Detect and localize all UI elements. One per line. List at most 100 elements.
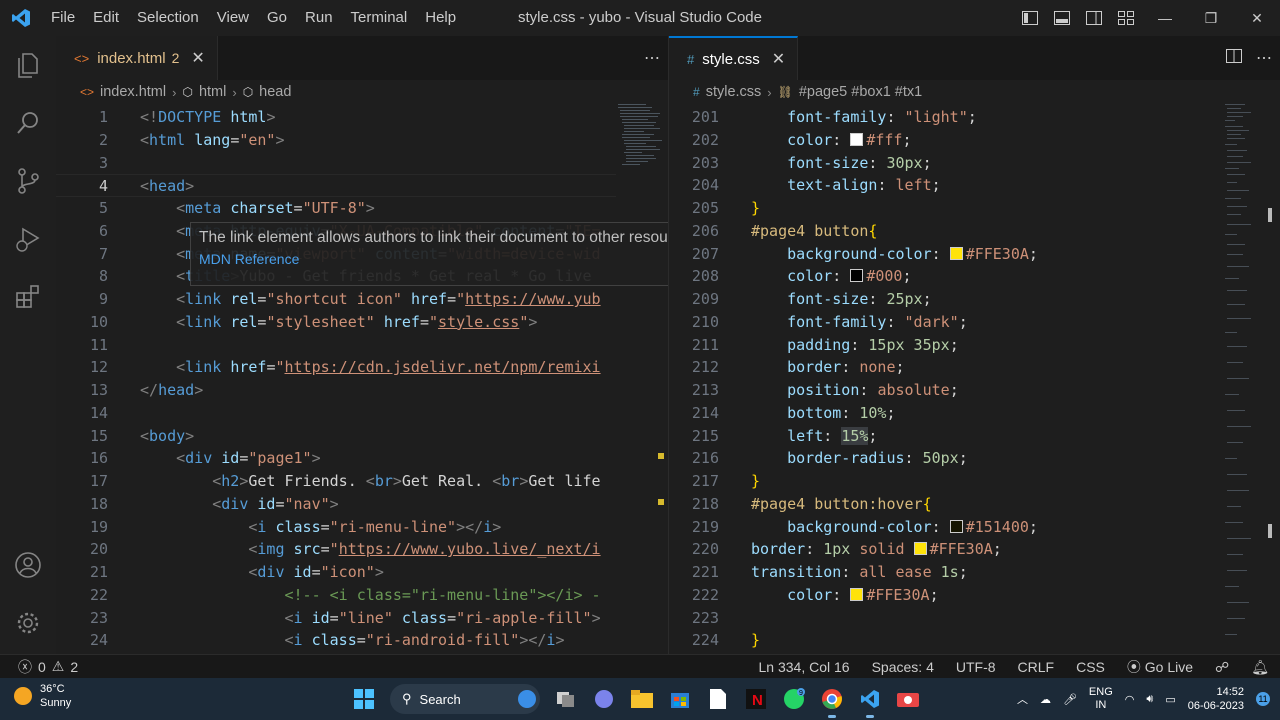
- mdn-reference-link[interactable]: MDN Reference: [199, 251, 668, 267]
- breadcrumb-item[interactable]: html: [199, 84, 226, 100]
- language-indicator[interactable]: ENG IN: [1089, 686, 1113, 712]
- tab-style-css[interactable]: # style.css ✕: [669, 36, 799, 80]
- code-text: <body>: [140, 426, 195, 445]
- explorer-icon[interactable]: [0, 36, 56, 94]
- vscode-taskbar-icon[interactable]: [854, 683, 886, 718]
- menu-view[interactable]: View: [208, 0, 258, 36]
- menu-run[interactable]: Run: [296, 0, 342, 36]
- code-text: }: [751, 199, 761, 217]
- line-number: 23: [89, 608, 108, 627]
- code-text: left: 15%;: [787, 426, 878, 445]
- toggle-panel-icon[interactable]: [1046, 0, 1078, 36]
- wifi-icon[interactable]: ◠: [1125, 693, 1135, 706]
- tab-label: style.css: [702, 50, 760, 68]
- tab-index-html[interactable]: <> index.html 2 ✕: [56, 36, 218, 80]
- feedback-icon[interactable]: ☍: [1204, 659, 1240, 676]
- cursor-position[interactable]: Ln 334, Col 16: [748, 659, 861, 675]
- volume-icon[interactable]: 🔊︎: [1146, 693, 1153, 706]
- more-actions-icon[interactable]: ⋯: [644, 48, 660, 68]
- close-tab-icon[interactable]: ✕: [191, 48, 204, 68]
- more-actions-icon[interactable]: ⋯: [1256, 48, 1272, 68]
- netflix-icon[interactable]: N: [740, 683, 772, 715]
- menu-edit[interactable]: Edit: [84, 0, 128, 36]
- onedrive-cloud-icon[interactable]: ☁: [1040, 693, 1051, 706]
- breadcrumb-item[interactable]: head: [259, 84, 291, 100]
- line-number: 214: [691, 403, 719, 422]
- microsoft-store-icon[interactable]: [664, 683, 696, 715]
- code-text: background-color: #151400;: [787, 517, 1038, 536]
- toggle-primary-sidebar-icon[interactable]: [1014, 0, 1046, 36]
- notepad-icon[interactable]: [702, 683, 734, 715]
- code-text: <link rel="shortcut icon" href="https://…: [176, 290, 601, 308]
- line-number: 22: [89, 585, 108, 604]
- menu-selection[interactable]: Selection: [128, 0, 208, 36]
- line-number: 211: [691, 335, 719, 354]
- clock[interactable]: 14:52 06-06-2023: [1188, 685, 1244, 713]
- task-view-icon[interactable]: [550, 683, 582, 715]
- customize-layout-icon[interactable]: [1110, 0, 1142, 36]
- close-window-button[interactable]: ✕: [1234, 0, 1280, 36]
- end-of-line[interactable]: CRLF: [1007, 659, 1066, 675]
- go-live-button[interactable]: ⦿ Go Live: [1116, 657, 1204, 677]
- selector-icon: ⛓: [777, 85, 793, 99]
- close-tab-icon[interactable]: ✕: [772, 49, 785, 69]
- minimize-button[interactable]: —: [1142, 0, 1188, 36]
- minimap[interactable]: [1221, 104, 1269, 654]
- menu-file[interactable]: File: [42, 0, 84, 36]
- weather-widget[interactable]: 36°C Sunny: [14, 682, 71, 710]
- menu-help[interactable]: Help: [416, 0, 465, 36]
- taskbar-search[interactable]: ⚲ Search: [390, 684, 540, 714]
- code-text: <div id="icon">: [248, 563, 384, 581]
- code-text: <i class="ri-android-fill"></i>: [284, 631, 565, 650]
- split-editor-icon[interactable]: [1226, 48, 1242, 68]
- camera-app-icon[interactable]: [892, 683, 924, 715]
- code-text: color: #000;: [787, 267, 912, 286]
- account-icon[interactable]: [0, 536, 56, 594]
- line-number: 2: [98, 130, 108, 149]
- menu-go[interactable]: Go: [258, 0, 296, 36]
- code-text: }: [751, 472, 761, 490]
- code-text: border: none;: [787, 358, 905, 377]
- indentation[interactable]: Spaces: 4: [861, 659, 945, 675]
- show-hidden-icons[interactable]: ︿: [1017, 691, 1028, 707]
- line-number: 207: [691, 244, 719, 263]
- breadcrumb: # style.css › ⛓ #page5 #box1 #tx1: [693, 84, 923, 100]
- search-icon[interactable]: [0, 94, 56, 152]
- line-number: 223: [691, 608, 719, 627]
- file-explorer-icon[interactable]: [626, 683, 658, 715]
- battery-icon[interactable]: ▭: [1165, 693, 1175, 706]
- code-text: background-color: #FFE30A;: [787, 244, 1038, 263]
- code-text: color: #FFE30A;: [787, 585, 939, 604]
- maximize-button[interactable]: ❐: [1188, 0, 1234, 36]
- toggle-secondary-sidebar-icon[interactable]: [1078, 0, 1110, 36]
- breadcrumb-item[interactable]: #page5 #box1 #tx1: [799, 84, 922, 100]
- windows-start-icon[interactable]: [348, 683, 380, 715]
- css-file-icon: #: [693, 85, 700, 99]
- menu-terminal[interactable]: Terminal: [342, 0, 417, 36]
- code-text: }: [751, 631, 761, 650]
- vertical-scrollbar[interactable]: [1266, 104, 1280, 654]
- source-control-icon[interactable]: [0, 152, 56, 210]
- language-mode[interactable]: CSS: [1065, 659, 1116, 675]
- chrome-icon[interactable]: [816, 683, 848, 718]
- code-text: color: #fff;: [787, 130, 912, 149]
- code-text: <link href="https://cdn.jsdelivr.net/npm…: [176, 358, 601, 377]
- code-text: <link rel="stylesheet" href="style.css">: [176, 312, 538, 331]
- extensions-icon[interactable]: [0, 268, 56, 326]
- microphone-icon[interactable]: 🎤︎: [1063, 693, 1077, 706]
- problems-indicator[interactable]: ⓧ 0 ⚠ 2: [0, 657, 78, 677]
- line-number: 14: [89, 403, 108, 422]
- breadcrumb-item[interactable]: style.css: [706, 84, 762, 100]
- settings-gear-icon[interactable]: [0, 594, 56, 652]
- vertical-scrollbar[interactable]: [654, 104, 668, 654]
- notification-badge[interactable]: 11: [1256, 692, 1270, 706]
- code-text: border-radius: 50px;: [787, 449, 968, 468]
- whatsapp-icon[interactable]: 9: [778, 683, 810, 715]
- code-text: <img src="https://www.yubo.live/_next/i: [248, 540, 601, 559]
- notifications-bell-icon[interactable]: 🔔︎: [1240, 659, 1280, 676]
- breadcrumb-item[interactable]: index.html: [100, 84, 166, 100]
- run-debug-icon[interactable]: [0, 210, 56, 268]
- teams-chat-icon[interactable]: [588, 683, 620, 715]
- encoding[interactable]: UTF-8: [945, 659, 1007, 675]
- svg-text:N: N: [752, 692, 763, 709]
